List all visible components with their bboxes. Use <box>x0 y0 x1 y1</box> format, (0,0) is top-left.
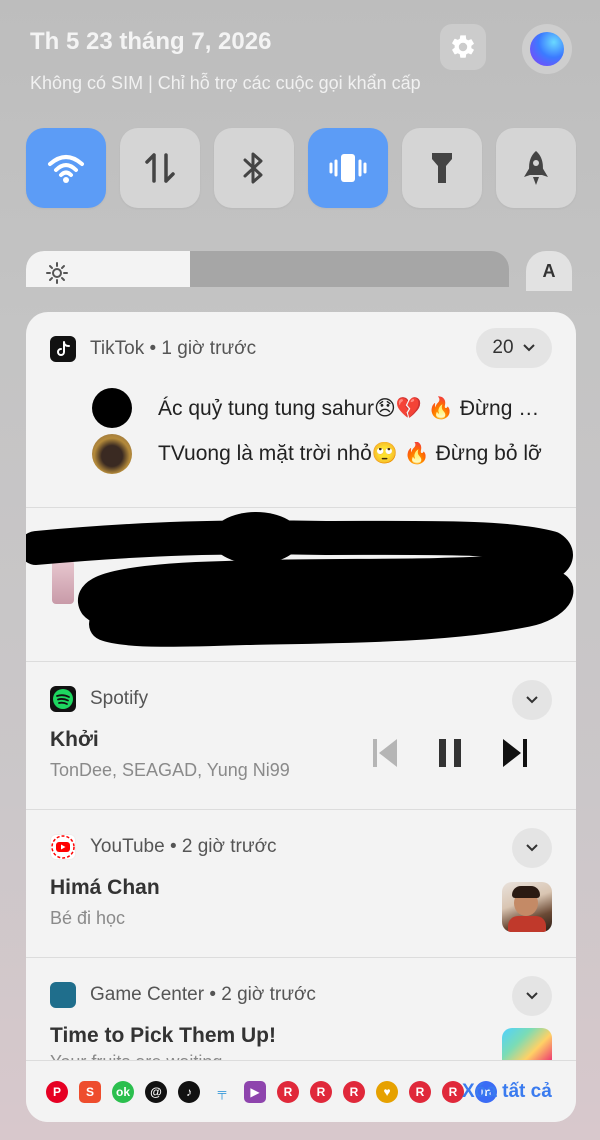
clear-all-button[interactable]: Xóa tất cả <box>462 1081 552 1103</box>
game-center-icon <box>50 982 76 1008</box>
media-controls <box>372 738 528 768</box>
pause-icon[interactable] <box>438 738 462 768</box>
heart-coin-icon: ♥ <box>376 1081 398 1103</box>
flashlight-tile[interactable] <box>402 128 482 208</box>
youtube-header: YouTube • 2 giờ trước <box>90 836 277 858</box>
auto-brightness-button[interactable]: A <box>526 251 572 291</box>
r-icon: R <box>409 1081 431 1103</box>
meet-icon: ▶ <box>244 1081 266 1103</box>
youtube-notification[interactable]: YouTube • 2 giờ trước Himá Chan Bé đi họ… <box>26 810 576 958</box>
youtube-icon <box>50 834 76 860</box>
threads-icon: @ <box>145 1081 167 1103</box>
chevron-down-icon <box>526 844 538 852</box>
game-center-notification[interactable]: Game Center • 2 giờ trước Time to Pick T… <box>26 958 576 1078</box>
app-name: Spotify <box>90 688 149 709</box>
separator-dot: • <box>209 984 222 1005</box>
wifi-icon <box>48 155 84 183</box>
notification-panel: TikTok • 1 giờ trước 20 Ác quỷ tung tung… <box>26 312 576 1122</box>
flashlight-icon <box>432 153 452 183</box>
ok-icon: ok <box>112 1081 134 1103</box>
separator-dot: • <box>169 836 182 857</box>
redaction-scribble <box>26 512 574 647</box>
notif-text: TVuong là mặt trời nhỏ🙄 🔥 Đừng bỏ lỡ <box>158 442 542 465</box>
next-icon[interactable] <box>502 738 528 768</box>
app-name: TikTok <box>90 338 145 359</box>
notif-time: 2 giờ trước <box>221 984 316 1005</box>
expand-button[interactable] <box>512 680 552 720</box>
tiktok-small-icon: ♪ <box>178 1081 200 1103</box>
notif-text: Ác quỷ tung tung sahur😞💔 🔥 Đừng bỏ lỡ <box>158 396 548 420</box>
tiktok-header: TikTok • 1 giờ trước <box>90 338 256 360</box>
account-avatar-button[interactable] <box>522 24 572 74</box>
notif-title: Himá Chan <box>50 876 160 899</box>
track-artists: TonDee, SEAGAD, Yung Ni99 <box>50 760 290 780</box>
thumbnail <box>502 882 552 932</box>
shopee-icon: S <box>79 1081 101 1103</box>
brightness-slider[interactable] <box>26 251 509 287</box>
track-title: Khởi <box>50 728 99 751</box>
group-count-button[interactable]: 20 <box>476 328 552 368</box>
group-count: 20 <box>492 337 514 358</box>
app-name: Game Center <box>90 984 205 1005</box>
r-icon: R <box>442 1081 464 1103</box>
bluetooth-icon <box>243 152 263 184</box>
mobile-data-tile[interactable] <box>120 128 200 208</box>
avatar <box>530 32 564 66</box>
redacted-notification[interactable] <box>26 508 576 662</box>
quick-settings-tiles <box>26 128 576 208</box>
notif-time: 1 giờ trước <box>161 338 257 359</box>
vibrate-icon <box>329 154 367 182</box>
r-icon: R <box>343 1081 365 1103</box>
vibrate-tile[interactable] <box>308 128 388 208</box>
chevron-down-icon <box>526 992 538 1000</box>
r-icon: R <box>277 1081 299 1103</box>
notif-title: Time to Pick Them Up! <box>50 1024 276 1047</box>
gear-icon <box>452 35 474 58</box>
r-icon: R <box>310 1081 332 1103</box>
previous-icon[interactable] <box>372 738 398 768</box>
sun-icon <box>46 262 68 284</box>
notification-footer: P S ok @ ♪ ╤ ▶ R R R ♥ R R m Xóa tất cả <box>26 1060 576 1122</box>
expand-button[interactable] <box>512 976 552 1016</box>
avatar <box>92 434 132 474</box>
rocket-icon <box>524 151 548 185</box>
app-name: YouTube <box>90 836 165 857</box>
game-center-header: Game Center • 2 giờ trước <box>90 984 316 1006</box>
sim-status: Không có SIM | Chỉ hỗ trợ các cuộc gọi k… <box>30 73 421 93</box>
list-item[interactable]: TVuong là mặt trời nhỏ🙄 🔥 Đừng bỏ lỡ <box>92 434 548 474</box>
date-label: Th 5 23 tháng 7, 2026 <box>30 28 272 55</box>
notif-time: 2 giờ trước <box>181 836 277 857</box>
list-item[interactable]: Ác quỷ tung tung sahur😞💔 🔥 Đừng bỏ lỡ <box>92 388 548 428</box>
expand-button[interactable] <box>512 828 552 868</box>
rocket-tile[interactable] <box>496 128 576 208</box>
tiktok-icon <box>50 336 76 362</box>
bluetooth-tile[interactable] <box>214 128 294 208</box>
spotify-notification[interactable]: Spotify Khởi TonDee, SEAGAD, Yung Ni99 <box>26 662 576 810</box>
data-arrows-icon <box>145 153 175 183</box>
pin-icon: ╤ <box>217 1085 227 1099</box>
settings-button[interactable] <box>440 24 486 70</box>
notif-subtitle: Bé đi học <box>50 908 126 928</box>
tiktok-notification[interactable]: TikTok • 1 giờ trước 20 Ác quỷ tung tung… <box>26 312 576 508</box>
chevron-down-icon <box>522 344 535 352</box>
chevron-down-icon <box>526 696 538 704</box>
avatar <box>92 388 132 428</box>
spotify-icon <box>50 686 76 712</box>
separator-dot: • <box>149 338 162 359</box>
wifi-tile[interactable] <box>26 128 106 208</box>
pinterest-icon: P <box>46 1081 68 1103</box>
collapsed-app-icons: P S ok @ ♪ ╤ ▶ R R R ♥ R R m <box>46 1081 497 1103</box>
